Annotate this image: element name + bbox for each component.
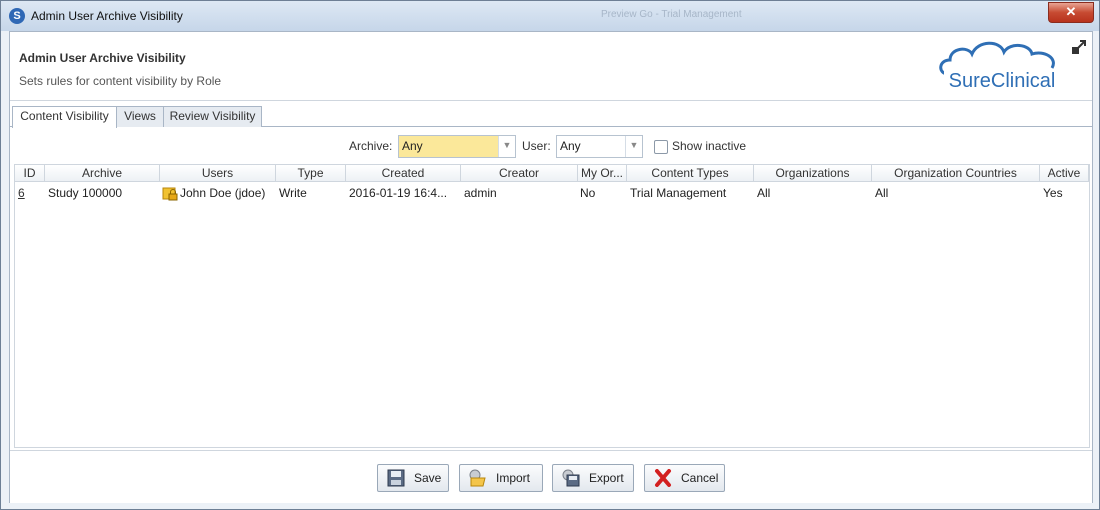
column-header-active[interactable]: Active	[1040, 165, 1089, 182]
cell-content-types: Trial Management	[630, 186, 727, 200]
expand-icon[interactable]	[1072, 40, 1086, 54]
sureclinical-logo: SureClinical	[939, 41, 1062, 92]
archive-filter-value: Any	[402, 139, 423, 153]
admin-archive-visibility-window: S Admin User Archive Visibility Preview …	[0, 0, 1100, 510]
dialog-footer: Save Import Export Cancel	[10, 450, 1092, 503]
column-header-id[interactable]: ID	[15, 165, 45, 182]
show-inactive-checkbox[interactable]	[654, 140, 668, 154]
content-visibility-grid: ID Archive Users Type Created Creator My…	[14, 164, 1090, 448]
floppy-disk-icon	[387, 469, 405, 487]
archive-filter-select[interactable]: Any ▼	[398, 135, 516, 158]
tab-views[interactable]: Views	[116, 106, 164, 127]
tab-review-visibility[interactable]: Review Visibility	[163, 106, 262, 127]
column-header-type[interactable]: Type	[276, 165, 346, 182]
cell-archive: Study 100000	[48, 186, 123, 200]
cell-created: 2016-01-19 16:4...	[349, 186, 448, 200]
window-title: Admin User Archive Visibility	[31, 9, 183, 23]
page-title: Admin User Archive Visibility	[19, 51, 186, 65]
cell-organization-countries: All	[875, 186, 889, 200]
title-bar[interactable]: S Admin User Archive Visibility Preview …	[1, 1, 1099, 31]
app-logo-icon: S	[9, 8, 25, 24]
logo-text: SureClinical	[949, 70, 1056, 92]
red-x-icon	[655, 469, 671, 487]
column-header-content-types[interactable]: Content Types	[627, 165, 754, 182]
column-header-archive[interactable]: Archive	[45, 165, 160, 182]
user-lock-icon	[162, 187, 178, 201]
import-button[interactable]: Import	[459, 464, 543, 492]
close-window-button[interactable]: ✕	[1048, 2, 1094, 23]
dialog-body: Admin User Archive Visibility Sets rules…	[9, 31, 1093, 503]
cell-organizations: All	[757, 186, 771, 200]
page-subtitle: Sets rules for content visibility by Rol…	[19, 74, 222, 88]
cell-type: Write	[279, 186, 307, 200]
user-filter-select[interactable]: Any ▼	[556, 135, 643, 158]
close-icon: ✕	[1065, 4, 1077, 19]
column-header-created[interactable]: Created	[346, 165, 461, 182]
column-header-my-org[interactable]: My Or...	[578, 165, 627, 182]
tab-content-visibility[interactable]: Content Visibility	[12, 106, 117, 128]
column-header-organization-countries[interactable]: Organization Countries	[872, 165, 1040, 182]
export-disk-icon	[562, 469, 580, 487]
export-button[interactable]: Export	[552, 464, 634, 492]
column-header-creator[interactable]: Creator	[461, 165, 578, 182]
background-window-title: Preview Go - Trial Management	[601, 9, 742, 20]
archive-filter-label: Archive:	[349, 139, 393, 153]
import-folder-icon	[469, 469, 486, 487]
row-id-link[interactable]: 6	[18, 184, 42, 202]
import-button-label: Import	[496, 471, 531, 485]
column-header-users[interactable]: Users	[160, 165, 276, 182]
dialog-header: Admin User Archive Visibility Sets rules…	[10, 32, 1092, 101]
chevron-down-icon: ▼	[498, 136, 515, 157]
chevron-down-icon: ▼	[625, 136, 642, 157]
cancel-button-label: Cancel	[681, 471, 719, 485]
column-header-organizations[interactable]: Organizations	[754, 165, 872, 182]
cancel-button[interactable]: Cancel	[644, 464, 725, 492]
show-inactive-label: Show inactive	[672, 139, 747, 153]
cell-active: Yes	[1043, 186, 1063, 200]
cell-creator: admin	[464, 186, 497, 200]
user-filter-value: Any	[560, 139, 581, 153]
cell-users: John Doe (jdoe)	[180, 186, 266, 200]
export-button-label: Export	[589, 471, 624, 485]
cell-my-org: No	[580, 186, 596, 200]
save-button-label: Save	[414, 471, 442, 485]
tab-bar: Content Visibility Views Review Visibili…	[10, 102, 1092, 128]
user-filter-label: User:	[522, 139, 551, 153]
save-button[interactable]: Save	[377, 464, 449, 492]
